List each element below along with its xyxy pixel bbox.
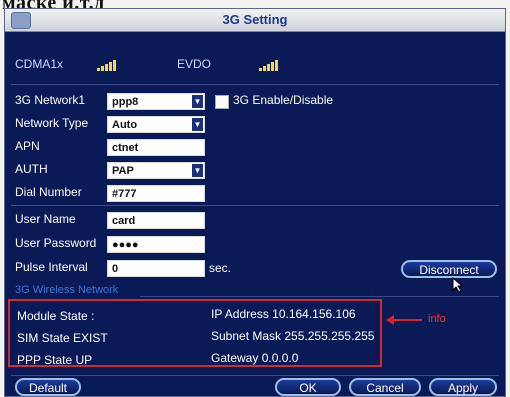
wireless-section-title: 3G Wireless Network	[15, 284, 119, 296]
info-highlight-box	[8, 299, 382, 367]
apn-label: APN	[15, 139, 40, 153]
user-label: User Name	[15, 212, 76, 226]
evdo-signal-icon	[259, 59, 281, 71]
red-arrow-icon	[386, 315, 422, 325]
default-button[interactable]: Default	[15, 378, 81, 396]
enable-checkbox[interactable]	[215, 95, 229, 109]
cancel-button[interactable]: Cancel	[349, 378, 421, 396]
window-title: 3G Setting	[222, 12, 288, 27]
password-input[interactable]: ●●●●	[107, 236, 205, 253]
chevron-down-icon: ▼	[192, 164, 203, 177]
pulse-unit: sec.	[209, 261, 232, 275]
auth-label: AUTH	[15, 162, 48, 176]
disconnect-button[interactable]: Disconnect	[401, 260, 497, 278]
network-type-value: Auto	[112, 119, 138, 131]
password-label: User Password	[15, 236, 97, 250]
network-label: 3G Network1	[15, 93, 86, 107]
user-input[interactable]: card	[107, 212, 205, 229]
title-bar: 3G Setting	[5, 9, 505, 32]
pulse-label: Pulse Interval	[15, 260, 88, 274]
network-value: ppp8	[112, 96, 139, 108]
chevron-down-icon: ▼	[192, 118, 203, 131]
signal-row: CDMA1x EVDO	[5, 53, 505, 73]
dial-label: Dial Number	[15, 185, 82, 199]
evdo-label: EVDO	[177, 57, 212, 71]
ok-button[interactable]: OK	[275, 378, 341, 396]
auth-select[interactable]: PAP ▼	[107, 162, 205, 179]
auth-value: PAP	[112, 165, 134, 177]
pulse-input[interactable]: 0	[107, 260, 205, 277]
dial-input[interactable]: #777	[107, 185, 205, 202]
apn-input[interactable]: ctnet	[107, 139, 205, 156]
network-type-label: Network Type	[15, 116, 89, 130]
divider	[140, 296, 499, 297]
cdma-signal-icon	[97, 59, 119, 71]
divider	[11, 375, 499, 376]
cdma-label: CDMA1x	[15, 57, 64, 71]
divider	[11, 84, 499, 85]
network-select[interactable]: ppp8 ▼	[107, 93, 205, 110]
chevron-down-icon: ▼	[192, 95, 203, 108]
network-type-select[interactable]: Auto ▼	[107, 116, 205, 133]
annotation-text: info	[428, 313, 446, 325]
apply-button[interactable]: Apply	[429, 378, 497, 396]
divider	[11, 205, 499, 206]
mouse-cursor-icon	[452, 277, 464, 293]
enable-label: 3G Enable/Disable	[233, 93, 334, 107]
